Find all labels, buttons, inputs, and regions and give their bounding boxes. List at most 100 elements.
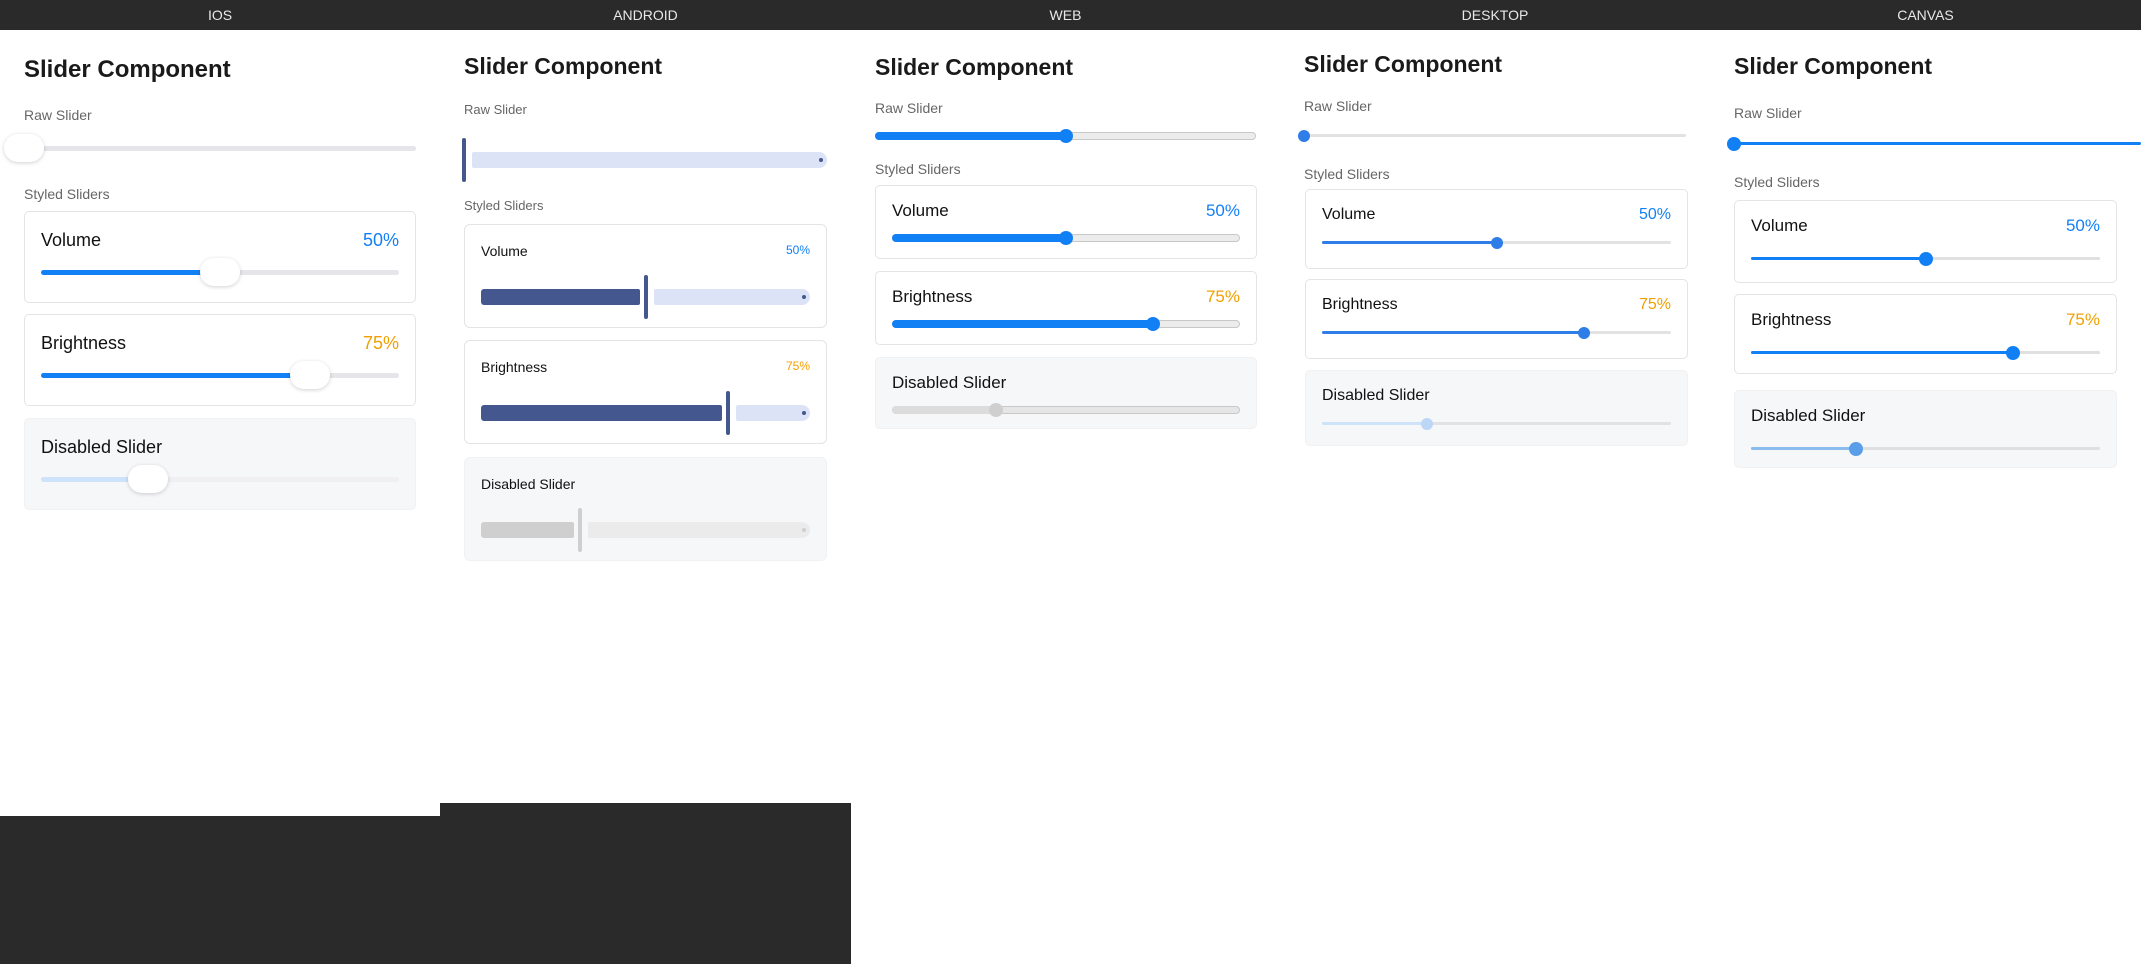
disabled-slider-stop-indicator (802, 528, 806, 532)
raw-slider-label: Raw Slider (464, 102, 527, 117)
brightness-slider-card: Brightness 75% (464, 340, 827, 444)
volume-slider-card: Volume 50% (1305, 189, 1688, 269)
brightness-value-readout: 75% (362, 333, 399, 353)
styled-sliders-label: Styled Sliders (464, 198, 544, 213)
disabled-slider-card: Disabled Slider (1734, 390, 2117, 468)
brightness-slider-fill (1322, 331, 1584, 334)
volume-value-readout: 50% (2065, 216, 2100, 235)
volume-value-readout: 50% (362, 230, 399, 250)
disabled-slider-card: Disabled Slider (875, 357, 1257, 429)
brightness-value-readout: 75% (1205, 287, 1240, 306)
disabled-slider-thumb (1849, 441, 1863, 456)
raw-slider-track (1304, 134, 1686, 137)
desktop-panel: Slider Component Raw Slider Styled Sliders… (1280, 0, 1710, 964)
brightness-slider-card: Brightness 75% (1305, 279, 1688, 359)
raw-slider-thumb[interactable] (1298, 129, 1310, 142)
volume-slider-thumb[interactable] (1491, 236, 1503, 249)
styled-sliders-label: Styled Sliders (1734, 174, 1820, 190)
raw-slider-stop-indicator (819, 158, 823, 162)
brightness-slider-fill (1751, 351, 2013, 354)
raw-slider-thumb[interactable] (4, 134, 44, 162)
brightness-slider-fill (892, 320, 1153, 328)
volume-slider-fill (1322, 241, 1497, 244)
android-panel: Slider Component Raw Slider Styled Sliders… (440, 0, 851, 964)
volume-slider-thumb[interactable] (644, 274, 648, 320)
disabled-slider-name: Disabled Slider (41, 437, 163, 457)
styled-sliders-label: Styled Sliders (1304, 166, 1390, 182)
volume-slider-fill (41, 270, 220, 275)
raw-slider-label: Raw Slider (1734, 105, 1802, 121)
page-title: Slider Component (1734, 53, 1933, 79)
disabled-slider-thumb (989, 403, 1003, 417)
raw-slider-track (24, 146, 416, 151)
volume-value-readout: 50% (785, 243, 810, 257)
page-title: Slider Component (875, 54, 1074, 80)
page-title: Slider Component (464, 53, 663, 79)
disabled-slider-name: Disabled Slider (1751, 406, 1866, 425)
volume-slider-fill (1751, 257, 1926, 260)
page-title: Slider Component (24, 56, 231, 83)
styled-sliders-label: Styled Sliders (875, 161, 961, 177)
disabled-slider-name: Disabled Slider (481, 476, 576, 492)
raw-slider-thumb[interactable] (462, 137, 466, 183)
brightness-slider-stop-indicator (802, 411, 806, 415)
brightness-slider-card: Brightness 75% (1734, 294, 2117, 374)
canvas-panel: Slider Component Raw Slider Styled Sliders… (1710, 0, 2141, 964)
brightness-slider-inactive-track (736, 405, 810, 421)
brightness-slider-name: Brightness (892, 287, 973, 306)
brightness-slider-name: Brightness (41, 333, 127, 353)
brightness-slider-name: Brightness (481, 359, 548, 375)
raw-slider-label: Raw Slider (1304, 98, 1372, 114)
disabled-slider-card: Disabled Slider (464, 457, 827, 561)
disabled-slider-thumb (578, 507, 582, 553)
brightness-slider-thumb[interactable] (1578, 326, 1590, 339)
brightness-slider-card: Brightness 75% (24, 314, 416, 406)
raw-slider-thumb[interactable] (1727, 136, 1741, 151)
disabled-slider-thumb (1421, 417, 1433, 430)
brightness-slider-thumb[interactable] (2006, 345, 2020, 360)
volume-slider-card: Volume 50% (1734, 200, 2117, 283)
volume-slider-thumb[interactable] (200, 258, 240, 286)
volume-slider-name: Volume (481, 243, 528, 259)
page-title: Slider Component (1304, 51, 1503, 77)
brightness-slider-name: Brightness (1751, 310, 1832, 329)
raw-slider-thumb[interactable] (1059, 129, 1073, 143)
brightness-slider-thumb[interactable] (1146, 317, 1160, 331)
disabled-slider-name: Disabled Slider (892, 373, 1007, 392)
volume-slider-name: Volume (1751, 216, 1808, 235)
volume-slider-inactive-track (654, 289, 810, 305)
volume-slider-fill (892, 234, 1066, 242)
volume-slider-thumb[interactable] (1919, 251, 1933, 266)
volume-value-readout: 50% (1205, 201, 1240, 220)
volume-slider-thumb[interactable] (1059, 231, 1073, 245)
volume-slider-stop-indicator (802, 295, 806, 299)
disabled-slider-fill (1322, 422, 1427, 425)
brightness-value-readout: 75% (1638, 296, 1671, 313)
brightness-value-readout: 75% (785, 359, 810, 373)
disabled-slider-card: Disabled Slider (1305, 370, 1688, 446)
web-panel: Slider Component Raw Slider Styled Sliders… (851, 0, 1280, 964)
brightness-slider-active-track (481, 405, 722, 421)
volume-slider-name: Volume (41, 230, 102, 250)
volume-slider-card: Volume 50% (464, 224, 827, 328)
disabled-slider-fill (1751, 447, 1856, 450)
volume-slider-name: Volume (892, 201, 949, 220)
volume-slider-active-track (481, 289, 640, 305)
styled-sliders-label: Styled Sliders (24, 186, 110, 202)
brightness-slider-thumb[interactable] (726, 390, 730, 436)
volume-slider-card: Volume 50% (24, 211, 416, 303)
brightness-value-readout: 75% (2065, 310, 2100, 329)
disabled-slider-card: Disabled Slider (24, 418, 416, 510)
brightness-slider-card: Brightness 75% (875, 271, 1257, 345)
ios-panel: Slider Component Raw Slider Styled Sliders… (0, 0, 440, 964)
raw-slider-fill (875, 132, 1066, 140)
disabled-slider-name: Disabled Slider (1322, 387, 1430, 404)
brightness-slider-thumb[interactable] (290, 361, 330, 389)
disabled-slider-inactive-track (588, 522, 810, 538)
raw-slider-inactive-track (472, 152, 827, 168)
brightness-slider-fill (41, 373, 310, 378)
raw-slider-label: Raw Slider (875, 100, 943, 116)
brightness-slider-name: Brightness (1322, 296, 1398, 313)
volume-slider-name: Volume (1322, 206, 1376, 223)
raw-slider-track (1734, 142, 2141, 145)
